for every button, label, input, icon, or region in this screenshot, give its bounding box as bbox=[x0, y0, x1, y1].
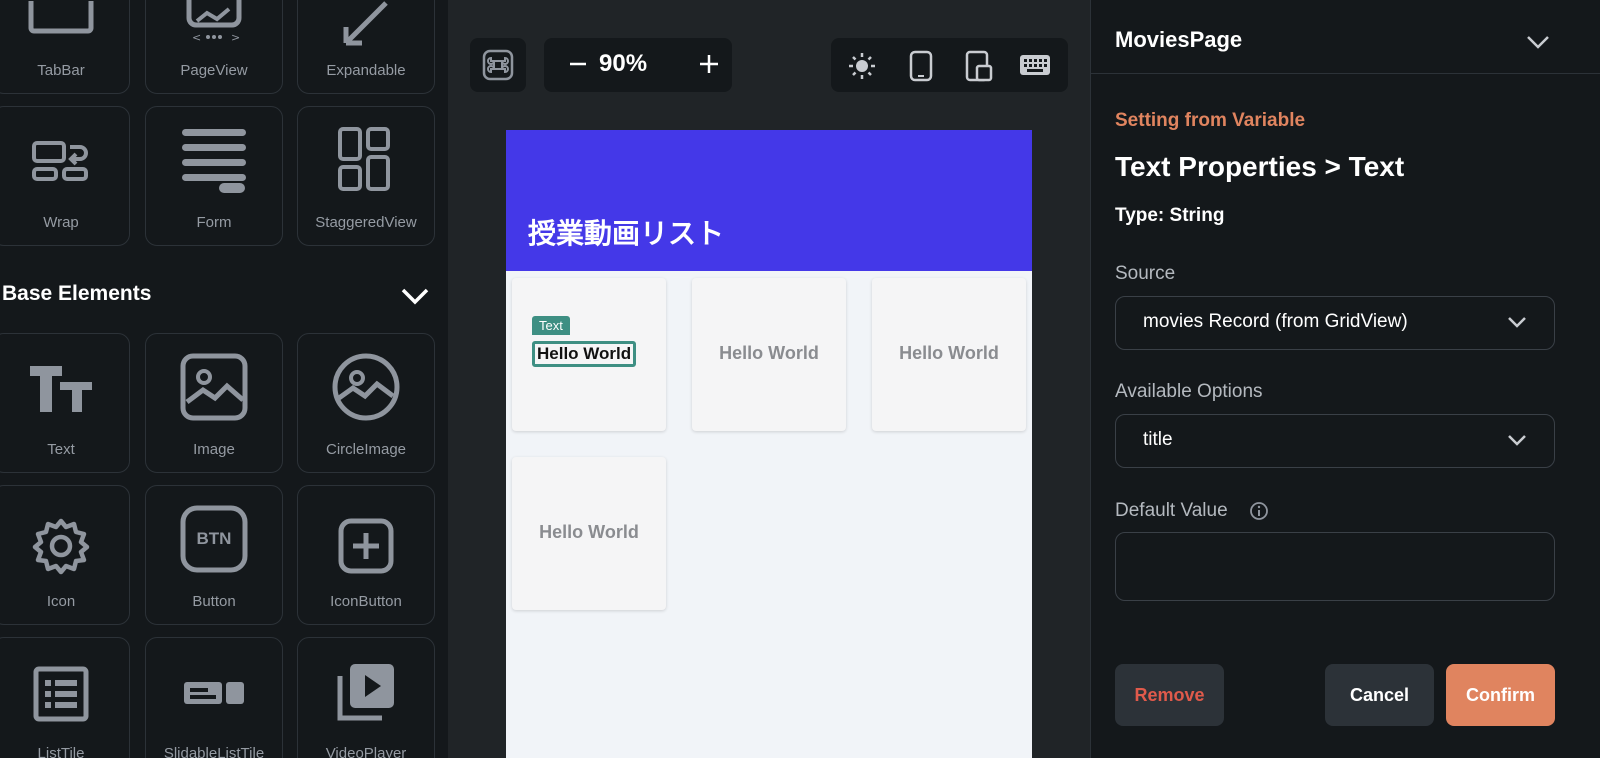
tile-expandable[interactable]: Expandable bbox=[297, 0, 435, 94]
wrap-icon bbox=[0, 137, 129, 187]
plus-square-icon bbox=[298, 516, 434, 576]
properties-heading: Text Properties > Text bbox=[1115, 151, 1405, 182]
pageview-icon: < > bbox=[146, 0, 282, 45]
type-label: Type: String bbox=[1115, 205, 1225, 226]
tile-label: Wrap bbox=[43, 214, 79, 231]
chevron-down-icon bbox=[1506, 313, 1528, 335]
properties-panel: MoviesPage Setting from Variable Text Pr… bbox=[1090, 0, 1600, 758]
base-elements-title: Base Elements bbox=[2, 282, 152, 305]
zoom-out-button[interactable] bbox=[568, 52, 588, 80]
staggered-icon bbox=[298, 125, 434, 195]
tile-label: Button bbox=[192, 593, 236, 610]
circle-image-icon bbox=[298, 352, 434, 422]
source-dropdown[interactable]: movies Record (from GridView) bbox=[1115, 296, 1555, 350]
tile-label: ListTile bbox=[37, 745, 85, 758]
options-dropdown[interactable]: title bbox=[1115, 414, 1555, 468]
expand-icon bbox=[298, 1, 434, 47]
zoom-in-button[interactable] bbox=[698, 52, 720, 80]
tile-listtile[interactable]: ListTile bbox=[0, 637, 130, 758]
chevron-down-icon[interactable] bbox=[1525, 32, 1551, 56]
tile-label: CircleImage bbox=[325, 441, 407, 458]
tile-button[interactable]: BTN Button bbox=[145, 485, 283, 625]
tile-iconbutton[interactable]: IconButton bbox=[297, 485, 435, 625]
setting-from-variable-label: Setting from Variable bbox=[1115, 110, 1306, 131]
tile-image[interactable]: Image bbox=[145, 333, 283, 473]
text-icon bbox=[0, 358, 129, 418]
tile-label: Expandable bbox=[326, 62, 406, 79]
tile-icon[interactable]: Icon bbox=[0, 485, 130, 625]
app-bar[interactable]: 授業動画リスト bbox=[506, 130, 1032, 271]
tile-text[interactable]: Text bbox=[0, 333, 130, 473]
tile-label: VideoPlayer bbox=[325, 745, 407, 758]
selection-badge: Text bbox=[532, 316, 570, 335]
grid-card[interactable]: Hello World bbox=[872, 278, 1026, 431]
device-preview[interactable]: 授業動画リスト Text Hello World Hello World Hel… bbox=[506, 130, 1032, 758]
tabbar-icon bbox=[0, 1, 129, 37]
card-text[interactable]: Hello World bbox=[512, 522, 666, 543]
card-text[interactable]: Hello World bbox=[872, 343, 1026, 364]
tile-pageview[interactable]: < > PageView bbox=[145, 0, 283, 94]
selected-text-widget[interactable]: Hello World bbox=[532, 341, 637, 367]
svg-text:>: > bbox=[231, 31, 240, 44]
phone-icon[interactable] bbox=[909, 50, 933, 86]
tile-label: Form bbox=[196, 214, 232, 231]
btn-icon: BTN bbox=[146, 504, 282, 574]
list-icon bbox=[0, 664, 129, 724]
tile-label: SlidableListTile bbox=[163, 745, 265, 758]
page-title: MoviesPage bbox=[1115, 27, 1243, 52]
source-label: Source bbox=[1115, 263, 1176, 284]
chevron-down-icon[interactable] bbox=[400, 284, 430, 312]
options-value: title bbox=[1143, 429, 1173, 450]
gear-icon bbox=[0, 516, 129, 576]
btn-icon-text: BTN bbox=[196, 529, 232, 548]
sun-icon[interactable] bbox=[847, 51, 877, 85]
tile-label: StaggeredView bbox=[315, 214, 417, 231]
cancel-button[interactable]: Cancel bbox=[1325, 664, 1434, 726]
zoom-level: 90% bbox=[599, 50, 648, 77]
tile-wrap[interactable]: Wrap bbox=[0, 106, 130, 246]
tile-videoplayer[interactable]: VideoPlayer bbox=[297, 637, 435, 758]
grid-card[interactable]: Hello World bbox=[512, 457, 666, 610]
confirm-button[interactable]: Confirm bbox=[1446, 664, 1555, 726]
options-label: Available Options bbox=[1115, 381, 1263, 402]
info-icon[interactable] bbox=[1249, 501, 1269, 525]
video-icon bbox=[298, 660, 434, 724]
image-icon bbox=[146, 352, 282, 422]
tile-label: Icon bbox=[46, 593, 76, 610]
grid-card[interactable]: Hello World bbox=[692, 278, 846, 431]
zoom-control: 90% bbox=[544, 38, 732, 92]
tile-staggeredview[interactable]: StaggeredView bbox=[297, 106, 435, 246]
device-toolbar bbox=[831, 38, 1068, 92]
command-button[interactable] bbox=[470, 38, 526, 92]
remove-button[interactable]: Remove bbox=[1115, 664, 1224, 726]
app-bar-title[interactable]: 授業動画リスト bbox=[528, 212, 724, 252]
slidable-icon bbox=[146, 678, 282, 708]
tile-form[interactable]: Form bbox=[145, 106, 283, 246]
svg-text:<: < bbox=[192, 31, 201, 44]
form-icon bbox=[146, 125, 282, 195]
default-value-label: Default Value bbox=[1115, 500, 1228, 521]
default-value-input[interactable] bbox=[1115, 532, 1555, 601]
tile-tabbar[interactable]: TabBar bbox=[0, 0, 130, 94]
tile-label: TabBar bbox=[37, 62, 85, 79]
panel-header[interactable]: MoviesPage bbox=[1091, 0, 1600, 74]
command-icon bbox=[482, 49, 514, 85]
tablet-icon[interactable] bbox=[965, 50, 993, 86]
source-value: movies Record (from GridView) bbox=[1143, 311, 1408, 332]
tile-label: IconButton bbox=[330, 593, 402, 610]
grid-card[interactable]: Text Hello World bbox=[512, 278, 666, 431]
tile-circleimage[interactable]: CircleImage bbox=[297, 333, 435, 473]
tile-label: Text bbox=[47, 441, 75, 458]
tile-label: Image bbox=[193, 441, 235, 458]
tile-label: PageView bbox=[180, 62, 248, 79]
keyboard-icon[interactable] bbox=[1019, 53, 1051, 81]
tile-slidablelisttile[interactable]: SlidableListTile bbox=[145, 637, 283, 758]
chevron-down-icon bbox=[1506, 431, 1528, 453]
card-text[interactable]: Hello World bbox=[692, 343, 846, 364]
widget-palette: TabBar < > PageView Expandable Wrap Form … bbox=[0, 0, 448, 758]
